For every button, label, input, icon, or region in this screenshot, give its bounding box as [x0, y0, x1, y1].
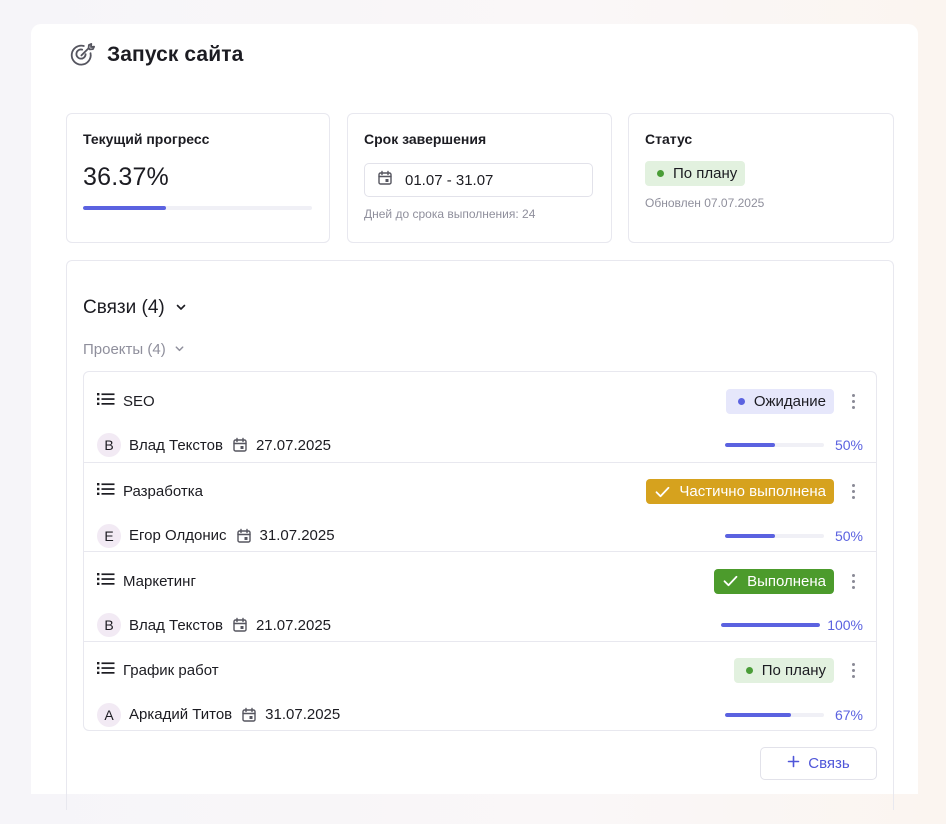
- overall-progress-fill: [83, 206, 167, 210]
- list-icon: [97, 392, 115, 411]
- calendar-icon: [232, 437, 248, 453]
- progress-value: 36.37%: [83, 163, 169, 191]
- progress-card: Текущий прогресс 36.37%: [66, 113, 330, 243]
- item-title[interactable]: SEO: [123, 393, 155, 410]
- plus-icon: [787, 755, 800, 772]
- projects-group-title: Проекты (4): [83, 341, 166, 358]
- item-title[interactable]: Маркетинг: [123, 573, 196, 590]
- links-section: Связи (4) Проекты (4) SEO Ожидание В Вла…: [66, 260, 894, 810]
- target-icon: [69, 42, 95, 68]
- days-left-hint: Дней до срока выполнения: 24: [364, 207, 536, 221]
- avatar: В: [97, 433, 121, 457]
- calendar-icon: [236, 528, 252, 544]
- item-status-label: Выполнена: [747, 572, 826, 590]
- status-dot-icon: [657, 170, 664, 177]
- item-progress-bar: [725, 533, 824, 538]
- item-title[interactable]: Разработка: [123, 483, 203, 500]
- calendar-icon: [241, 707, 257, 723]
- calendar-icon: [232, 617, 248, 633]
- check-icon: [723, 575, 738, 587]
- item-progress-value: 67%: [834, 706, 863, 723]
- item-progress-value: 50%: [834, 527, 863, 544]
- status-badge[interactable]: По плану: [645, 161, 746, 186]
- avatar: Е: [97, 523, 121, 548]
- due-date: 31.07.2025: [265, 706, 341, 723]
- progress-card-title: Текущий прогресс: [83, 131, 210, 147]
- project-panel: Запуск сайта Текущий прогресс 36.37% Сро…: [31, 24, 918, 810]
- more-vertical-icon[interactable]: [846, 484, 860, 499]
- list-item[interactable]: Маркетинг Выполнена В Влад Текстов 21.07…: [84, 551, 876, 641]
- due-date: 21.07.2025: [255, 616, 332, 634]
- more-vertical-icon[interactable]: [846, 663, 860, 678]
- assignee-name: Аркадий Титов: [129, 706, 233, 723]
- calendar-icon: [377, 170, 393, 190]
- item-status-label: По плану: [761, 662, 826, 679]
- item-status-label: Ожидание: [753, 392, 826, 410]
- item-status-badge[interactable]: Ожидание: [725, 388, 834, 414]
- due-date: 31.07.2025: [259, 527, 335, 544]
- item-progress-bar: [725, 712, 824, 717]
- item-progress-value: 50%: [834, 437, 863, 453]
- item-progress-value: 100%: [827, 617, 863, 633]
- list-item[interactable]: SEO Ожидание В Влад Текстов 27.07.2025 5…: [84, 372, 876, 462]
- list-item[interactable]: График работ По плану А Аркадий Титов 31…: [84, 640, 876, 731]
- date-range-picker[interactable]: 01.07 - 31.07: [364, 163, 593, 197]
- check-icon: [655, 486, 670, 498]
- date-range-value: 01.07 - 31.07: [405, 171, 494, 189]
- list-item[interactable]: Разработка Частично выполнена Е Егор Олд…: [84, 461, 876, 552]
- list-icon: [97, 482, 115, 501]
- chevron-down-icon: [175, 297, 187, 319]
- item-progress-fill: [725, 533, 775, 538]
- page-header: Запуск сайта: [69, 41, 243, 69]
- links-title: Связи (4): [83, 297, 165, 318]
- item-status-badge[interactable]: Частично выполнена: [646, 479, 834, 504]
- links-toggle[interactable]: Связи (4): [83, 297, 187, 319]
- item-progress-fill: [721, 623, 821, 627]
- item-progress-bar: [725, 443, 824, 447]
- deadline-card: Срок завершения 01.07 - 31.07 Дней до ср…: [347, 113, 612, 243]
- item-status-badge[interactable]: Выполнена: [714, 568, 834, 594]
- chevron-down-icon: [174, 341, 185, 358]
- overall-progress-bar: [83, 206, 312, 210]
- status-dot-icon: [737, 397, 745, 405]
- more-vertical-icon[interactable]: [846, 573, 860, 589]
- deadline-card-title: Срок завершения: [364, 131, 487, 147]
- assignee-name: Егор Олдонис: [129, 527, 227, 544]
- avatar: В: [97, 613, 121, 637]
- status-badge-label: По плану: [673, 165, 738, 182]
- status-dot-icon: [745, 667, 753, 674]
- add-link-label: Связь: [808, 755, 850, 772]
- item-title[interactable]: График работ: [123, 662, 219, 679]
- due-date: 27.07.2025: [255, 436, 332, 454]
- status-updated: Обновлен 07.07.2025: [645, 196, 765, 210]
- status-card: Статус По плану Обновлен 07.07.2025: [628, 113, 894, 243]
- projects-group-toggle[interactable]: Проекты (4): [83, 341, 185, 358]
- item-progress-bar: [721, 623, 821, 627]
- assignee-name: Влад Текстов: [129, 436, 223, 454]
- status-card-title: Статус: [645, 131, 693, 147]
- assignee-name: Влад Текстов: [129, 616, 223, 634]
- add-link-button[interactable]: Связь: [760, 747, 877, 780]
- item-progress-fill: [725, 443, 775, 447]
- item-status-badge[interactable]: По плану: [733, 658, 834, 683]
- list-icon: [97, 661, 115, 680]
- item-status-label: Частично выполнена: [679, 483, 826, 500]
- list-icon: [97, 572, 115, 591]
- page-title: Запуск сайта: [107, 43, 244, 66]
- item-progress-fill: [725, 712, 792, 717]
- more-vertical-icon[interactable]: [846, 393, 860, 409]
- avatar: А: [97, 702, 121, 727]
- linked-projects-list: SEO Ожидание В Влад Текстов 27.07.2025 5…: [83, 371, 877, 731]
